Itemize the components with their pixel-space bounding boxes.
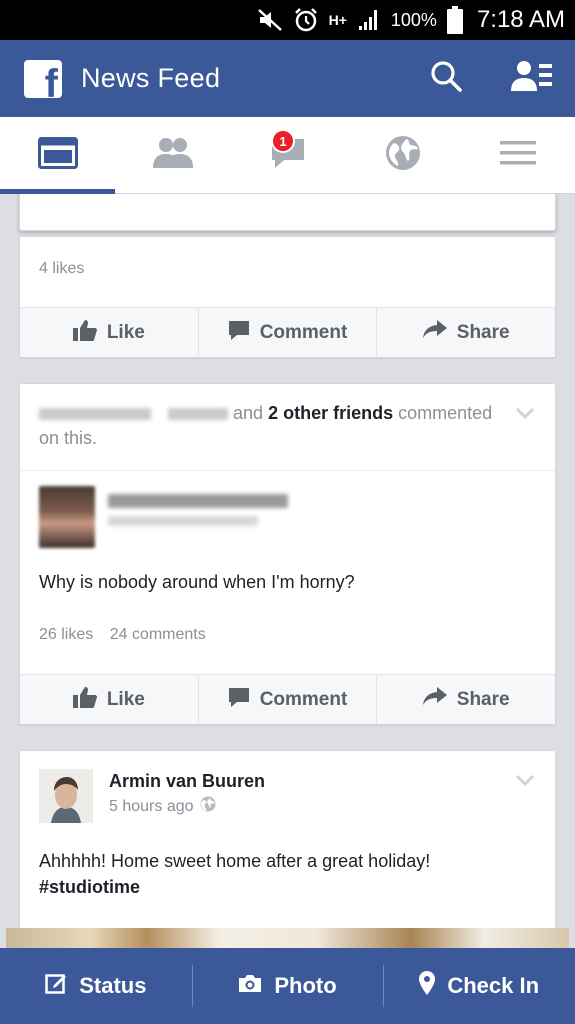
post-meta: 5 hours ago [109,796,216,817]
author-name[interactable]: Armin van Buuren [109,771,265,792]
person-avatar-icon [39,769,93,823]
share-label: Share [456,688,510,710]
post-body: Ahhhhh! Home sweet home after a great ho… [39,851,431,871]
blurred-author-meta [108,516,258,526]
photo-button[interactable]: Photo [191,948,384,1024]
comment-icon [228,319,250,347]
page-title: News Feed [81,63,221,93]
comment-label: Comment [259,688,348,710]
check-in-label: Check In [447,973,540,998]
post-card-2: and 2 other friends commented on this. W… [19,383,556,725]
comment-label: Comment [259,321,348,343]
hashtag-link[interactable]: #studiotime [39,877,140,897]
tab-messages[interactable]: 1 [230,117,345,193]
story-header: and 2 other friends commented on this. [39,401,509,451]
status-button[interactable]: Status [0,948,192,1024]
post-text: Why is nobody around when I'm horny? [39,572,355,592]
avatar[interactable] [39,769,93,823]
search-icon[interactable] [429,59,463,98]
blurred-friend-name [168,408,229,421]
tab-more[interactable] [460,117,575,193]
messages-badge: 1 [271,129,295,153]
edit-icon [45,972,67,1000]
post-actions: Like Comment Share [20,674,555,724]
comment-button[interactable]: Comment [197,675,377,724]
status-label: Status [79,973,147,998]
post-text: Ahhhhh! Home sweet home after a great ho… [39,848,539,900]
camera-icon [238,973,262,999]
app-bar: f News Feed [0,40,575,117]
chevron-down-icon[interactable] [515,773,535,791]
menu-icon [499,139,536,172]
globe-icon [385,135,421,176]
header-and: and [233,403,264,423]
logo-letter: f [44,61,58,98]
battery-percent: 100% [390,9,437,30]
header-suffix: commented [398,403,493,423]
avatar[interactable] [39,486,95,548]
status-bar: H+ 100% 7:18 AM [0,0,575,40]
tab-bar: 1 [0,117,575,194]
thumbs-up-icon [72,686,97,714]
share-button[interactable]: Share [376,675,555,724]
alarm-icon [293,7,319,33]
comment-button[interactable]: Comment [197,308,377,357]
tab-notifications[interactable] [345,117,460,193]
post-card-1: 4 likes Like Comment Share [19,236,556,358]
facebook-logo-icon[interactable]: f [24,59,62,98]
like-button[interactable]: Like [20,308,198,357]
tab-friends[interactable] [115,117,230,193]
signal-icon [357,8,381,32]
news-feed-list[interactable]: 4 likes Like Comment Share and 2 other f… [0,194,575,948]
like-label: Like [106,688,145,710]
chevron-down-icon[interactable] [515,406,535,424]
friends-icon [152,137,194,174]
location-pin-icon [419,971,436,1001]
share-button[interactable]: Share [376,308,555,357]
post-time[interactable]: 5 hours ago [109,798,194,816]
chat-bubble-icon [270,138,306,174]
public-globe-icon [200,796,216,817]
blurred-author-name[interactable] [108,494,288,508]
comments-count[interactable]: 24 comments [110,626,206,643]
mute-icon [257,8,283,32]
previous-post-tail [19,194,556,231]
share-arrow-icon [422,319,447,346]
comment-icon [228,686,250,714]
share-arrow-icon [422,686,447,713]
thumbs-up-icon [72,319,97,347]
divider [20,470,555,471]
photo-label: Photo [274,973,337,998]
tab-news-feed[interactable] [0,117,115,194]
battery-icon [446,6,463,34]
like-button[interactable]: Like [20,675,198,724]
likes-count[interactable]: 26 likes [39,626,93,643]
like-label: Like [106,321,145,343]
header-line2: on this. [39,428,98,448]
other-friends-link[interactable]: 2 other friends [268,403,393,423]
post-card-3: Armin van Buuren 5 hours ago Ahhhhh! Hom… [19,750,556,948]
share-label: Share [456,321,510,343]
post-stats: 26 likes 24 comments [39,626,206,644]
clock: 7:18 AM [476,6,565,33]
news-feed-icon [37,136,78,174]
check-in-button[interactable]: Check In [383,948,575,1024]
post-actions: Like Comment Share [20,307,555,357]
composer-bar: Status Photo Check In [0,948,575,1024]
post-photo[interactable] [6,928,569,948]
likes-count[interactable]: 4 likes [39,260,84,278]
blurred-friend-name [39,408,151,421]
network-type: H+ [328,12,347,28]
friend-requests-icon[interactable] [511,59,553,98]
